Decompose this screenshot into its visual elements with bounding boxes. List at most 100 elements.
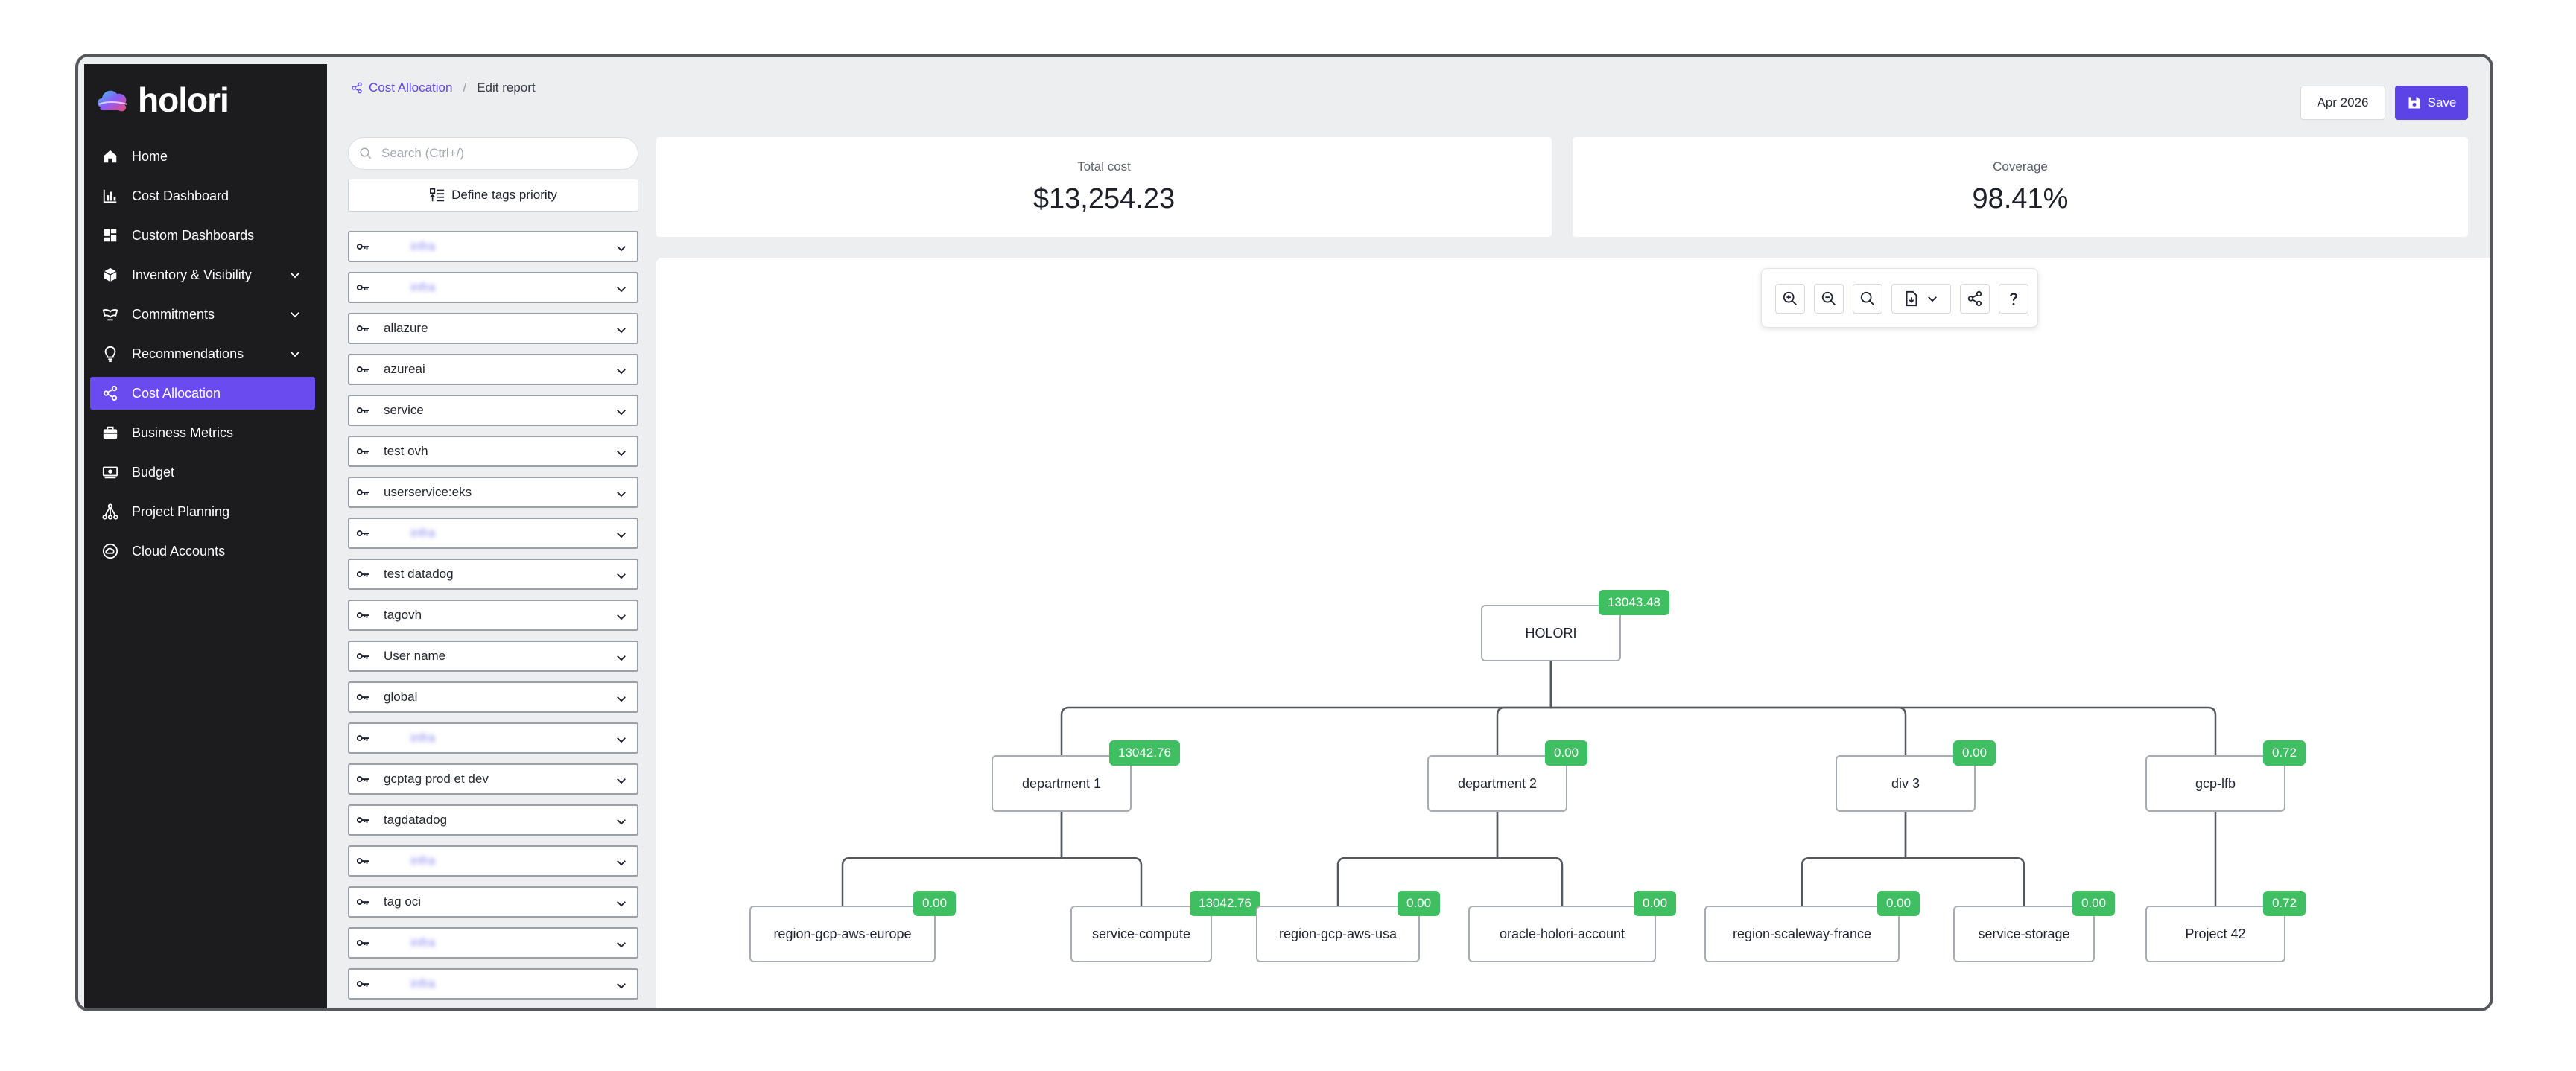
tag-dimension-select[interactable]: azureai (348, 354, 638, 385)
tree-node-value-badge: 0.00 (913, 891, 957, 916)
tree-connector (1496, 812, 1564, 906)
key-icon (357, 775, 373, 784)
tag-label: infra (410, 526, 436, 540)
tree-connector (1549, 661, 2217, 755)
key-icon (357, 693, 373, 702)
total-cost-value: $13,254.23 (1032, 182, 1176, 214)
tag-dimension-select[interactable]: test ovh (348, 436, 638, 467)
tag-dimension-select[interactable]: infra (348, 845, 638, 877)
tag-dimension-select[interactable]: global (348, 681, 638, 713)
tree-node[interactable]: region-gcp-aws-usa (1256, 906, 1420, 962)
tree-connector (1904, 812, 2025, 906)
tree-connector (1060, 812, 1143, 906)
chevron-down-icon[interactable] (288, 347, 302, 364)
define-tags-priority-button[interactable]: Define tags priority (348, 179, 638, 212)
tag-label: allazure (384, 321, 428, 335)
sidebar-item-label: Custom Dashboards (132, 227, 255, 243)
sidebar-item-project-planning[interactable]: Project Planning (90, 495, 315, 528)
chevron-down-icon (615, 323, 628, 340)
tree-node-label: Project 42 (2185, 926, 2246, 941)
search-input[interactable] (381, 146, 620, 161)
tag-dimension-select[interactable]: User name (348, 641, 638, 672)
tag-dimension-select[interactable]: tagdatadog (348, 804, 638, 836)
sidebar-item-cloud-accounts[interactable]: Cloud Accounts (90, 535, 315, 568)
tag-label: infra (410, 731, 436, 745)
sidebar-nav: Home Cost Dashboard Custom Dashboards In… (90, 140, 315, 574)
chevron-down-icon (615, 815, 628, 832)
tree-node-label: region-gcp-aws-usa (1278, 926, 1398, 941)
coverage-label: Coverage (1993, 159, 2048, 174)
chevron-down-icon[interactable] (288, 308, 302, 325)
tag-dimension-select[interactable]: gcptag prod et dev (348, 763, 638, 795)
chevron-down-icon (615, 774, 628, 791)
tree-connector (1496, 661, 1552, 755)
key-icon (357, 324, 373, 333)
tree-node[interactable]: region-gcp-aws-europe (749, 906, 936, 962)
tree-node-label: service-storage (1978, 926, 2070, 941)
sidebar-item-home[interactable]: Home (90, 140, 315, 173)
app-window: holori Home Cost Dashboard Custom Dashbo… (75, 54, 2493, 1011)
tag-label: tagovh (384, 608, 422, 622)
key-icon (357, 570, 373, 579)
tree-node-value-badge: 0.72 (2263, 891, 2306, 916)
share-icon (101, 384, 120, 403)
date-picker-button[interactable]: Apr 2026 (2300, 86, 2385, 120)
breadcrumb-current: Edit report (477, 80, 536, 95)
coverage-value: 98.41% (1972, 182, 2069, 214)
tag-dimension-select[interactable]: service (348, 395, 638, 426)
tree-node-value-badge: 0.00 (2072, 891, 2116, 916)
tag-dimension-select[interactable]: tagovh (348, 600, 638, 631)
sidebar-item-cost-allocation[interactable]: Cost Allocation (90, 377, 315, 410)
tag-dimension-select[interactable]: userservice:eks (348, 477, 638, 508)
sidebar-item-commitments[interactable]: Commitments (90, 298, 315, 331)
tree-node[interactable]: oracle-holori-account (1468, 906, 1656, 962)
tag-dimension-select[interactable]: infra (348, 272, 638, 303)
chevron-down-icon (615, 651, 628, 668)
tree-node-label: oracle-holori-account (1499, 926, 1625, 941)
sidebar-item-inventory[interactable]: Inventory & Visibility (90, 258, 315, 291)
sidebar-item-business-metrics[interactable]: Business Metrics (90, 416, 315, 449)
sidebar-item-custom-dashboards[interactable]: Custom Dashboards (90, 219, 315, 252)
tag-label: tag oci (384, 894, 422, 909)
tag-dimension-select[interactable]: infra (348, 518, 638, 549)
tag-dimension-select[interactable]: infra (348, 968, 638, 1000)
tag-dimension-select[interactable]: infra (348, 927, 638, 959)
tag-label: service (384, 403, 424, 417)
define-tags-label: Define tags priority (451, 188, 557, 202)
chevron-down-icon (615, 938, 628, 955)
chevron-down-icon (615, 364, 628, 381)
tag-dimension-select[interactable]: test datadog (348, 559, 638, 590)
key-icon (357, 897, 373, 906)
sidebar-item-cost-dashboard[interactable]: Cost Dashboard (90, 179, 315, 212)
tree-node[interactable]: region-scaleway-france (1704, 906, 1900, 962)
save-button[interactable]: Save (2395, 86, 2468, 120)
chevron-down-icon (615, 446, 628, 463)
hierarchy-icon (101, 502, 120, 521)
cloud-circle-icon (101, 541, 120, 561)
tag-label: infra (410, 854, 436, 868)
key-icon (357, 488, 373, 497)
tag-label: infra (410, 280, 436, 294)
breadcrumb-separator: / (463, 80, 467, 95)
tree-node-value-badge: 0.00 (1398, 891, 1441, 916)
tag-dimension-list: infra infra allazure azureai service test ovh… (348, 231, 638, 1008)
chevron-down-icon[interactable] (288, 268, 302, 285)
holori-logo[interactable]: holori (95, 80, 229, 119)
sidebar-item-label: Cloud Accounts (132, 543, 226, 559)
breadcrumb-parent-link[interactable]: Cost Allocation (351, 80, 452, 95)
tag-dimension-select[interactable]: tag oci (348, 886, 638, 918)
sidebar-item-budget[interactable]: Budget (90, 456, 315, 489)
tag-dimension-select[interactable]: allazure (348, 313, 638, 344)
key-icon (357, 529, 373, 538)
key-icon (357, 406, 373, 415)
sidebar-item-recommendations[interactable]: Recommendations (90, 337, 315, 370)
tag-dimension-select[interactable]: infra (348, 231, 638, 262)
tag-label: infra (410, 976, 436, 991)
total-cost-label: Total cost (1077, 159, 1131, 174)
sidebar-item-label: Recommendations (132, 346, 244, 361)
tag-dimension-select[interactable]: infra (348, 722, 638, 754)
tree-node-label: service-compute (1091, 926, 1191, 941)
tag-label: test datadog (384, 567, 454, 581)
search-box[interactable] (348, 137, 638, 170)
allocation-tree-canvas[interactable]: HOLORI 13043.48 department 1 13042.76 region… (656, 258, 2490, 1008)
